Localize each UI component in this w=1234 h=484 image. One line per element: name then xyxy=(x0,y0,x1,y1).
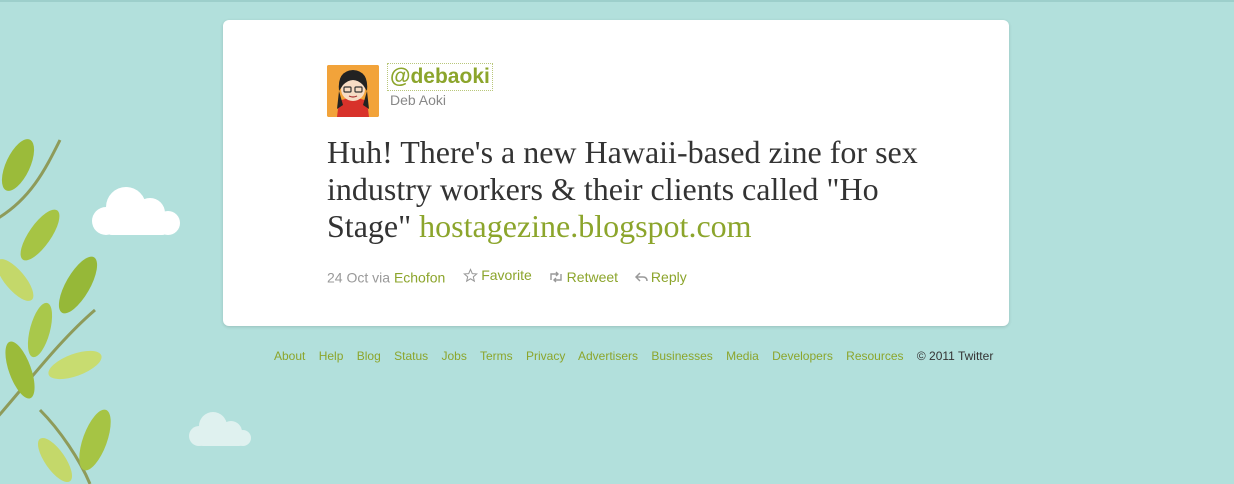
reply-button[interactable]: Reply xyxy=(634,269,687,285)
footer-link-status[interactable]: Status xyxy=(394,349,428,363)
tweet-text: Huh! There's a new Hawaii-based zine for… xyxy=(327,134,927,245)
tweet-source-link[interactable]: Echofon xyxy=(394,270,445,286)
copyright: © 2011 Twitter xyxy=(916,349,994,363)
top-border xyxy=(0,0,1234,2)
footer-link-jobs[interactable]: Jobs xyxy=(441,349,466,363)
footer-link-developers[interactable]: Developers xyxy=(772,349,833,363)
retweet-label: Retweet xyxy=(566,268,619,285)
footer-link-businesses[interactable]: Businesses xyxy=(651,349,712,363)
footer-link-resources[interactable]: Resources xyxy=(846,349,903,363)
footer-link-help[interactable]: Help xyxy=(319,349,344,363)
reply-icon xyxy=(634,271,648,282)
tweet-date[interactable]: 24 Oct xyxy=(327,270,368,286)
cloud-decoration-small xyxy=(189,412,251,446)
footer-link-about[interactable]: About xyxy=(274,349,305,363)
footer-link-privacy[interactable]: Privacy xyxy=(526,349,565,363)
footer-link-terms[interactable]: Terms xyxy=(480,349,513,363)
avatar-illustration-icon xyxy=(327,65,379,117)
retweet-icon xyxy=(549,271,562,282)
footer-link-blog[interactable]: Blog xyxy=(357,349,381,363)
via-label: via xyxy=(372,269,391,286)
cloud-decoration xyxy=(92,187,180,235)
tweet-link[interactable]: hostagezine.blogspot.com xyxy=(419,208,751,244)
tweet-card: @debaoki Deb Aoki Huh! There's a new Haw… xyxy=(223,20,1009,326)
retweet-button[interactable]: Retweet xyxy=(548,269,618,285)
user-handle-link[interactable]: @debaoki xyxy=(387,63,493,91)
tweet-meta: 24 Oct via Echofon Favorite Retweet Repl… xyxy=(327,267,687,286)
star-icon xyxy=(463,267,479,282)
footer-link-advertisers[interactable]: Advertisers xyxy=(578,349,638,363)
user-display-name: Deb Aoki xyxy=(390,92,447,108)
footer-link-media[interactable]: Media xyxy=(726,349,759,363)
reply-label: Reply xyxy=(650,268,687,285)
footer: About Help Blog Status Jobs Terms Privac… xyxy=(274,349,993,363)
favorite-label: Favorite xyxy=(481,267,532,283)
avatar[interactable] xyxy=(327,65,379,117)
favorite-button[interactable]: Favorite xyxy=(463,267,532,283)
